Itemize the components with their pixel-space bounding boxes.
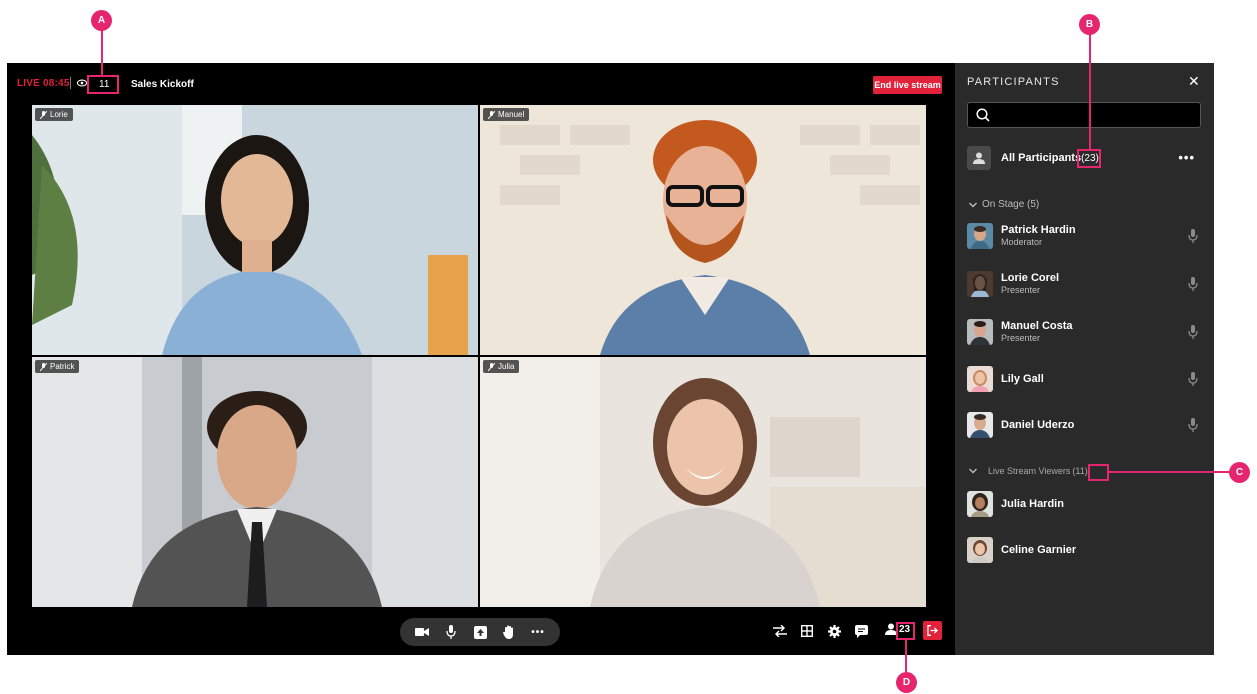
search-icon xyxy=(976,108,990,122)
group-avatar xyxy=(967,146,991,170)
avatar xyxy=(967,319,993,345)
more-options-icon[interactable]: ••• xyxy=(1178,150,1195,165)
annotation-box-c xyxy=(1088,464,1109,481)
participant-row[interactable]: Lorie Corel Presenter xyxy=(967,269,1201,299)
participant-name: Manuel Costa xyxy=(1001,320,1073,332)
mic-muted-icon xyxy=(488,110,495,119)
video-tile-julia[interactable]: Julia xyxy=(480,357,926,607)
raise-hand-icon[interactable] xyxy=(502,625,516,639)
section-label: Live Stream Viewers xyxy=(988,466,1071,476)
annotation-line-b xyxy=(1089,34,1091,149)
top-bar: LIVE 08:45 11 Sales Kickoff End live str… xyxy=(7,63,955,105)
mic-muted-icon xyxy=(40,110,47,119)
on-stage-section-header[interactable]: On Stage (5) xyxy=(969,199,1039,210)
mic-muted-icon xyxy=(40,362,47,371)
meeting-title: Sales Kickoff xyxy=(131,79,194,90)
chevron-down-icon xyxy=(969,202,977,207)
end-live-stream-button[interactable]: End live stream xyxy=(873,76,942,94)
microphone-icon[interactable] xyxy=(1188,372,1198,386)
divider xyxy=(70,77,71,89)
participant-name: Lily Gall xyxy=(1001,373,1044,385)
viewers-section-header[interactable]: Live Stream Viewers (11) xyxy=(969,466,1088,476)
annotation-line-a xyxy=(101,30,103,75)
grid-layout-icon[interactable] xyxy=(800,624,814,638)
annotation-line-d xyxy=(905,640,907,672)
exit-icon xyxy=(927,625,938,636)
participant-video xyxy=(32,105,478,355)
settings-icon[interactable] xyxy=(827,624,841,638)
tile-name: Manuel xyxy=(498,110,525,119)
avatar xyxy=(967,412,993,438)
annotation-marker-d: D xyxy=(896,672,917,693)
live-timer: LIVE 08:45 xyxy=(17,78,70,89)
chevron-down-icon xyxy=(969,468,977,474)
mic-muted-icon xyxy=(488,362,495,371)
video-call-app: LIVE 08:45 11 Sales Kickoff End live str… xyxy=(7,63,1214,655)
more-icon[interactable]: ••• xyxy=(531,625,545,639)
participant-row[interactable]: Patrick Hardin Moderator xyxy=(967,221,1201,251)
video-camera-icon[interactable] xyxy=(415,625,429,639)
avatar xyxy=(967,366,993,392)
participant-row[interactable]: Celine Garnier xyxy=(967,535,1201,565)
participant-role: Presenter xyxy=(1001,333,1041,343)
participant-role: Presenter xyxy=(1001,285,1041,295)
chat-icon[interactable] xyxy=(854,624,868,638)
participant-name: Daniel Uderzo xyxy=(1001,419,1075,431)
share-screen-icon[interactable] xyxy=(473,625,487,639)
bottom-controls: ••• 23 xyxy=(7,610,955,655)
video-tile-manuel[interactable]: Manuel xyxy=(480,105,926,355)
close-icon[interactable]: ✕ xyxy=(1188,73,1200,90)
layout-controls xyxy=(773,624,868,638)
media-controls: ••• xyxy=(400,618,560,646)
avatar xyxy=(967,537,993,563)
person-icon xyxy=(973,152,985,164)
tile-name-tag: Patrick xyxy=(35,360,80,373)
viewers-count: (11) xyxy=(1072,466,1088,476)
participant-row[interactable]: Daniel Uderzo xyxy=(967,410,1201,440)
microphone-icon[interactable] xyxy=(444,625,458,639)
video-grid: Lorie Manuel Patrick Julia xyxy=(32,105,926,608)
avatar xyxy=(967,271,993,297)
eye-icon xyxy=(77,79,87,87)
switch-icon[interactable] xyxy=(773,624,787,638)
participant-video xyxy=(32,357,478,607)
search-input[interactable] xyxy=(967,102,1201,128)
avatar xyxy=(967,491,993,517)
microphone-icon[interactable] xyxy=(1188,325,1198,339)
tile-name-tag: Julia xyxy=(483,360,520,373)
tile-name: Julia xyxy=(498,362,515,371)
section-label: On Stage (5) xyxy=(982,199,1040,210)
tile-name-tag: Lorie xyxy=(35,108,73,121)
annotation-marker-c: C xyxy=(1229,462,1250,483)
avatar xyxy=(967,223,993,249)
participant-role: Moderator xyxy=(1001,237,1043,247)
tile-name-tag: Manuel xyxy=(483,108,530,121)
video-tile-patrick[interactable]: Patrick xyxy=(32,357,478,607)
microphone-icon[interactable] xyxy=(1188,277,1198,291)
leave-button[interactable] xyxy=(923,621,942,640)
annotation-marker-b: B xyxy=(1079,14,1100,35)
participant-row[interactable]: Manuel Costa Presenter xyxy=(967,317,1201,347)
participant-name: Patrick Hardin xyxy=(1001,224,1076,236)
annotation-marker-a: A xyxy=(91,10,112,31)
annotation-box-b xyxy=(1077,149,1101,168)
participant-video xyxy=(480,105,926,355)
tile-name: Patrick xyxy=(50,362,75,371)
participant-row[interactable]: Julia Hardin xyxy=(967,489,1201,519)
annotation-line-c xyxy=(1109,471,1229,473)
annotation-box-d xyxy=(896,622,915,640)
tile-name: Lorie xyxy=(50,110,68,119)
video-tile-lorie[interactable]: Lorie xyxy=(32,105,478,355)
participant-video xyxy=(480,357,926,607)
microphone-icon[interactable] xyxy=(1188,418,1198,432)
participant-name: Lorie Corel xyxy=(1001,272,1060,284)
annotation-box-a xyxy=(87,75,119,94)
participant-row[interactable]: Lily Gall xyxy=(967,364,1201,394)
participant-name: Julia Hardin xyxy=(1001,498,1064,510)
participant-name: Celine Garnier xyxy=(1001,544,1077,556)
panel-title: PARTICIPANTS xyxy=(967,76,1060,88)
microphone-icon[interactable] xyxy=(1188,229,1198,243)
